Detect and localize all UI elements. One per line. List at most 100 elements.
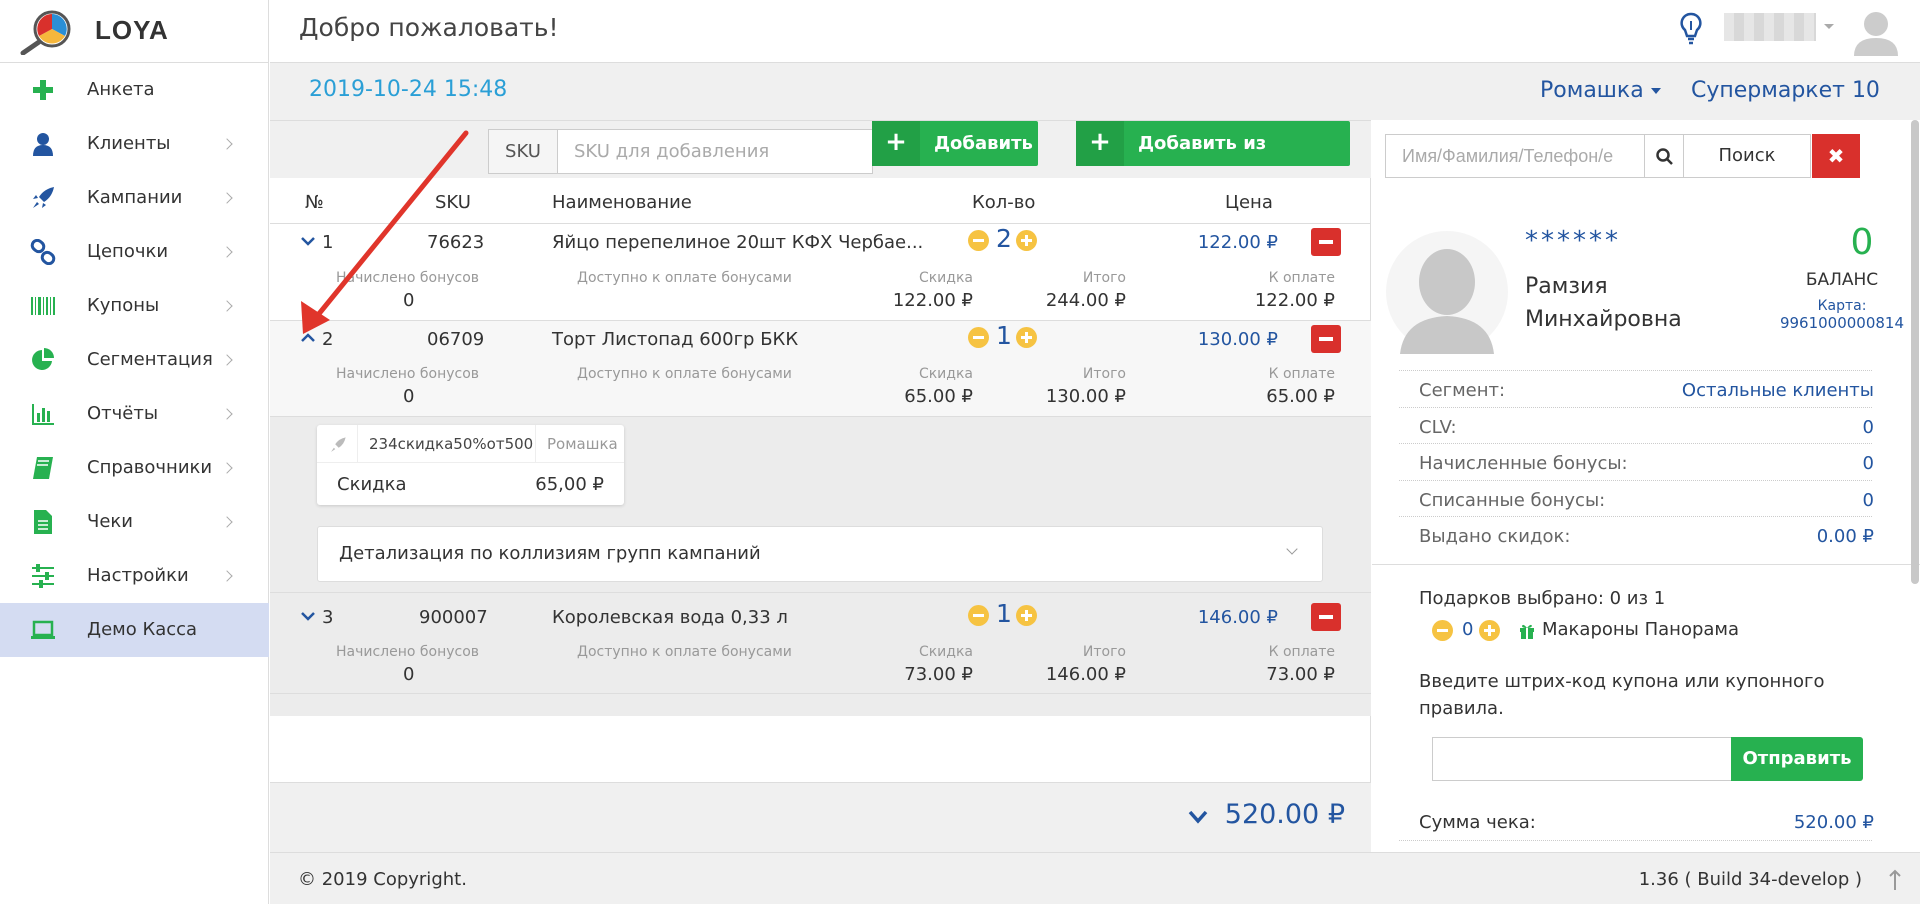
accrued-bonuses-value: 0 <box>1862 453 1874 474</box>
table-row: 2 06709 Торт Листопад 600гр БКК 1 130.00… <box>270 321 1371 416</box>
sidebar-item-anketa[interactable]: Анкета <box>0 63 269 117</box>
gift-icon <box>1520 624 1534 639</box>
sidebar-item-label: Демо Касса <box>87 619 198 640</box>
sidebar-item-label: Кампании <box>87 187 183 208</box>
chevron-down-icon[interactable] <box>301 609 315 623</box>
sliders-icon <box>32 564 54 588</box>
sku-input[interactable] <box>557 129 873 174</box>
chevron-right-icon <box>221 462 233 474</box>
link-icon <box>30 239 56 265</box>
sub-label: Начислено бонусов <box>336 366 480 382</box>
sidebar-item-reports[interactable]: Отчёты <box>0 387 269 441</box>
avatar[interactable] <box>1850 4 1902 56</box>
sidebar-item-chains[interactable]: Цепочки <box>0 225 269 279</box>
caret-down-icon <box>1650 88 1661 94</box>
customer-patronymic: Минхайровна <box>1525 307 1682 332</box>
sidebar-item-coupons[interactable]: Купоны <box>0 279 269 333</box>
chevron-down-icon[interactable] <box>301 234 315 248</box>
segment-value[interactable]: Остальные клиенты <box>1682 380 1874 401</box>
store-dropdown[interactable]: Ромашка <box>1540 78 1661 103</box>
app-logo[interactable]: LOYA <box>0 0 269 63</box>
sidebar-item-settings[interactable]: Настройки <box>0 549 269 603</box>
user-name-blurred[interactable] <box>1724 13 1816 41</box>
sidebar-item-references[interactable]: Справочники <box>0 441 269 495</box>
divider <box>535 425 536 463</box>
cart-toolbar: SKU + Добавить + Добавить из каталога <box>270 120 1371 199</box>
sidebar-item-clients[interactable]: Клиенты <box>0 117 269 171</box>
chevron-down-icon[interactable] <box>1188 809 1208 825</box>
sidebar-item-label: Купоны <box>87 295 160 316</box>
rocket-icon <box>33 187 54 208</box>
qty-plus-button[interactable] <box>1016 327 1037 348</box>
arrow-up-icon[interactable] <box>1888 869 1902 891</box>
collision-accordion[interactable]: Детализация по коллизиям групп кампаний <box>317 526 1323 582</box>
divider <box>357 425 358 463</box>
row-price: 146.00 ₽ <box>1197 607 1278 628</box>
sidebar-item-segmentation[interactable]: Сегментация <box>0 333 269 387</box>
qty-minus-button[interactable] <box>968 605 989 626</box>
divider <box>270 592 1371 593</box>
market-link[interactable]: Супермаркет 10 <box>1691 78 1880 103</box>
scrollbar[interactable] <box>1911 120 1919 584</box>
close-icon[interactable]: ✖ <box>1812 134 1860 178</box>
store-label: Ромашка <box>1540 78 1644 103</box>
footer: © 2019 Copyright. 1.36 ( Build 34-develo… <box>270 852 1920 904</box>
chevron-right-icon <box>221 246 233 258</box>
sidebar-item-label: Сегментация <box>87 349 213 370</box>
coupon-input[interactable] <box>1432 737 1732 781</box>
divider <box>1399 443 1872 444</box>
plus-icon <box>33 80 53 100</box>
page-title: Добро пожаловать! <box>299 13 559 42</box>
row-sku: 76623 <box>427 232 485 253</box>
remove-item-button[interactable] <box>1311 603 1341 631</box>
row-price: 122.00 ₽ <box>1197 232 1278 253</box>
top-bar: Добро пожаловать! <box>270 0 1920 63</box>
gift-minus-button[interactable] <box>1432 620 1453 641</box>
remove-item-button[interactable] <box>1311 325 1341 353</box>
sub-label: К оплате <box>1268 270 1335 286</box>
customer-search-input[interactable] <box>1385 134 1645 178</box>
sidebar-item-receipts[interactable]: Чеки <box>0 495 269 549</box>
row-bonus: 0 <box>403 386 415 407</box>
qty-plus-button[interactable] <box>1016 230 1037 251</box>
clv-label: CLV: <box>1419 417 1457 438</box>
collision-label: Детализация по коллизиям групп кампаний <box>339 543 761 564</box>
qty-minus-button[interactable] <box>968 327 989 348</box>
remove-item-button[interactable] <box>1311 228 1341 256</box>
chevron-right-icon <box>221 408 233 420</box>
logo-icon <box>20 10 71 55</box>
sub-label: Начислено бонусов <box>336 270 480 286</box>
send-button[interactable]: Отправить <box>1731 737 1863 781</box>
sub-label: Итого <box>1082 366 1126 382</box>
sidebar-item-demo-kassa[interactable]: Демо Касса <box>0 603 269 657</box>
sub-label: К оплате <box>1268 644 1335 660</box>
qty-plus-button[interactable] <box>1016 605 1037 626</box>
gift-plus-button[interactable] <box>1479 620 1500 641</box>
sidebar-item-campaigns[interactable]: Кампании <box>0 171 269 225</box>
add-from-catalog-button[interactable]: + Добавить из каталога <box>1076 121 1350 199</box>
search-icon-button[interactable] <box>1644 134 1684 178</box>
chevron-up-icon[interactable] <box>301 331 315 345</box>
table-row: 1 76623 Яйцо перепелиное 20шт КФХ Чербае… <box>270 224 1371 320</box>
discounts-label: Выдано скидок: <box>1419 526 1571 547</box>
book-icon <box>33 457 53 479</box>
campaign-name[interactable]: 234скидка50%от500 <box>369 435 533 453</box>
card-number[interactable]: 9961000000814 <box>1752 314 1920 332</box>
rocket-icon <box>331 437 346 452</box>
row-name: Торт Листопад 600гр БКК <box>552 329 799 350</box>
search-icon <box>1656 148 1673 165</box>
col-header-qty: Кол-во <box>972 192 1036 213</box>
pie-chart-icon <box>32 348 54 370</box>
search-button[interactable]: Поиск <box>1683 134 1811 178</box>
spent-bonuses-value: 0 <box>1862 490 1874 511</box>
caret-down-icon[interactable] <box>1824 24 1834 29</box>
divider <box>1399 516 1872 517</box>
qty-minus-button[interactable] <box>968 230 989 251</box>
sku-label: SKU <box>488 129 558 174</box>
row-qty: 1 <box>996 599 1012 628</box>
lightbulb-icon[interactable] <box>1680 12 1702 46</box>
campaign-store: Ромашка <box>547 435 618 453</box>
row-number: 3 <box>322 607 334 628</box>
add-button[interactable]: + Добавить <box>872 121 1038 166</box>
row-topay: 73.00 ₽ <box>1266 664 1335 685</box>
